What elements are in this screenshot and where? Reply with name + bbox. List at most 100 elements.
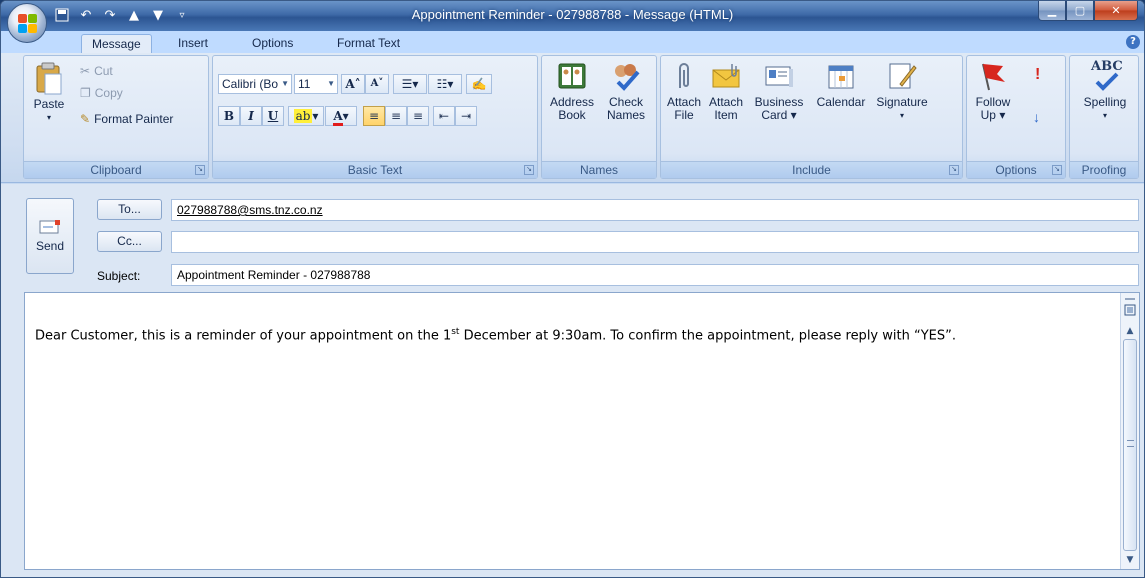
scroll-grip-icon — [1127, 440, 1134, 447]
attach-item-label-2: Item — [714, 108, 738, 122]
send-button[interactable]: Send — [26, 198, 74, 274]
paperclip-icon — [668, 60, 700, 92]
italic-button[interactable]: I — [240, 106, 262, 126]
tab-message[interactable]: Message — [81, 34, 152, 53]
ruler-toggle-icon[interactable] — [1123, 297, 1137, 323]
paste-dropdown-icon[interactable]: ▾ — [30, 111, 68, 124]
business-card-icon — [763, 60, 795, 92]
cut-button[interactable]: ✂ Cut — [80, 62, 113, 80]
signature-label: Signature — [876, 95, 928, 109]
font-name-combo[interactable]: Calibri (Bo ▼ — [218, 74, 292, 94]
scroll-thumb[interactable] — [1123, 339, 1137, 551]
font-color-icon: A — [333, 109, 343, 126]
high-importance-button[interactable]: ! — [1035, 66, 1040, 84]
increase-indent-button[interactable]: ⇥ — [455, 106, 477, 126]
decrease-indent-button[interactable]: ⇤ — [433, 106, 455, 126]
cc-field[interactable] — [171, 231, 1139, 253]
calendar-button[interactable]: Calendar — [811, 60, 871, 109]
styles-icon: ✍ — [471, 77, 487, 91]
spelling-button[interactable]: ABC Spelling ▾ — [1074, 60, 1136, 122]
low-importance-button[interactable]: ↓ — [1033, 108, 1040, 126]
attach-item-button[interactable]: Attach Item — [706, 60, 746, 122]
tab-format-text[interactable]: Format Text — [327, 34, 410, 53]
styles-button[interactable]: ✍ — [466, 74, 492, 94]
outlook-message-window: ↶ ↷ ▲ ▼ ▿ Appointment Reminder - 0279887… — [0, 0, 1145, 578]
business-card-label-2: Card ▾ — [761, 108, 797, 122]
bold-button[interactable]: B — [218, 106, 240, 126]
address-book-button[interactable]: Address Book — [546, 60, 598, 122]
format-painter-button[interactable]: ✎ Format Painter — [80, 110, 173, 128]
help-icon[interactable]: ? — [1126, 35, 1140, 49]
calendar-icon — [825, 60, 857, 92]
scroll-up-arrow-icon[interactable]: ▲ — [1121, 323, 1139, 339]
options-group-label: Options ↘ — [967, 161, 1065, 178]
ribbon-tabs: Message Insert Options Format Text ? — [1, 31, 1144, 53]
maximize-icon: ▢ — [1074, 4, 1086, 17]
office-logo-icon — [18, 14, 38, 34]
signature-button[interactable]: Signature ▾ — [873, 60, 931, 122]
maximize-button[interactable]: ▢ — [1066, 1, 1094, 21]
message-body-editor[interactable]: Dear Customer, this is a reminder of you… — [24, 292, 1140, 570]
business-card-button[interactable]: Business Card ▾ — [749, 60, 809, 122]
to-field[interactable]: 027988788@sms.tnz.co.nz — [171, 199, 1139, 221]
shrink-font-button[interactable]: A˅ — [365, 74, 389, 94]
tab-insert[interactable]: Insert — [168, 34, 218, 53]
group-names: Address Book Check Names Names — [541, 55, 657, 179]
spelling-check-icon: ABC — [1089, 60, 1123, 92]
numbering-button[interactable]: ☷▾ — [428, 74, 462, 94]
clipboard-dialog-launcher-icon[interactable]: ↘ — [195, 165, 205, 175]
scissors-icon: ✂ — [80, 64, 91, 78]
format-painter-label: Format Painter — [94, 112, 174, 126]
align-left-button[interactable]: ≡ — [363, 106, 385, 126]
paste-icon — [33, 62, 65, 95]
tab-options[interactable]: Options — [242, 34, 303, 53]
signature-dropdown-icon[interactable]: ▾ — [873, 109, 931, 122]
cut-label: Cut — [94, 64, 113, 78]
names-group-label: Names — [542, 161, 656, 178]
check-names-icon — [610, 60, 642, 92]
to-button[interactable]: To... — [97, 199, 162, 220]
highlight-button[interactable]: ab ▾ — [288, 106, 324, 126]
subject-field[interactable]: Appointment Reminder - 027988788 — [171, 264, 1139, 286]
bullets-button[interactable]: ☰▾ — [393, 74, 427, 94]
calendar-label: Calendar — [816, 95, 866, 109]
basic-text-dialog-launcher-icon[interactable]: ↘ — [524, 165, 534, 175]
follow-up-label-2: Up ▾ — [980, 108, 1006, 122]
attach-file-button[interactable]: Attach File — [664, 60, 704, 122]
follow-up-button[interactable]: Follow Up ▾ — [971, 60, 1015, 122]
body-vertical-scrollbar[interactable]: ▲ ▼ — [1120, 293, 1139, 569]
window-controls: ▁ ▢ ✕ — [1038, 1, 1138, 21]
spelling-dropdown-icon[interactable]: ▾ — [1074, 109, 1136, 122]
paste-button[interactable]: Paste ▾ — [30, 62, 68, 124]
check-names-label-2: Names — [606, 108, 645, 122]
address-book-icon — [556, 60, 588, 92]
minimize-icon: ▁ — [1047, 4, 1057, 17]
align-right-button[interactable]: ≡ — [407, 106, 429, 126]
group-proofing: ABC Spelling ▾ Proofing — [1069, 55, 1139, 179]
underline-button[interactable]: U — [262, 106, 284, 126]
copy-label: Copy — [94, 86, 123, 100]
basic-text-group-label: Basic Text ↘ — [213, 161, 537, 178]
office-button[interactable] — [7, 3, 47, 43]
grow-font-button[interactable]: A˄ — [341, 74, 365, 94]
proofing-group-label: Proofing — [1070, 161, 1138, 178]
title-bar: ↶ ↷ ▲ ▼ ▿ Appointment Reminder - 0279887… — [1, 1, 1144, 31]
scroll-down-arrow-icon[interactable]: ▼ — [1121, 552, 1139, 568]
include-dialog-launcher-icon[interactable]: ↘ — [949, 165, 959, 175]
attach-file-label-2: File — [674, 108, 694, 122]
body-text-part-2: December at 9:30am. To confirm the appoi… — [459, 328, 956, 344]
options-dialog-launcher-icon[interactable]: ↘ — [1052, 165, 1062, 175]
send-icon — [39, 219, 61, 235]
copy-button[interactable]: ❐ Copy — [80, 84, 123, 102]
align-center-button[interactable]: ≡ — [385, 106, 407, 126]
close-button[interactable]: ✕ — [1094, 1, 1138, 21]
signature-icon — [886, 60, 918, 92]
cc-button[interactable]: Cc... — [97, 231, 162, 252]
check-names-button[interactable]: Check Names — [600, 60, 652, 122]
minimize-button[interactable]: ▁ — [1038, 1, 1066, 21]
font-color-button[interactable]: A▾ — [325, 106, 357, 126]
font-size-combo[interactable]: 11 ▼ — [294, 74, 338, 94]
shrink-font-icon: A˅ — [370, 78, 384, 89]
subject-label: Subject: — [97, 269, 141, 283]
close-icon: ✕ — [1111, 4, 1121, 17]
